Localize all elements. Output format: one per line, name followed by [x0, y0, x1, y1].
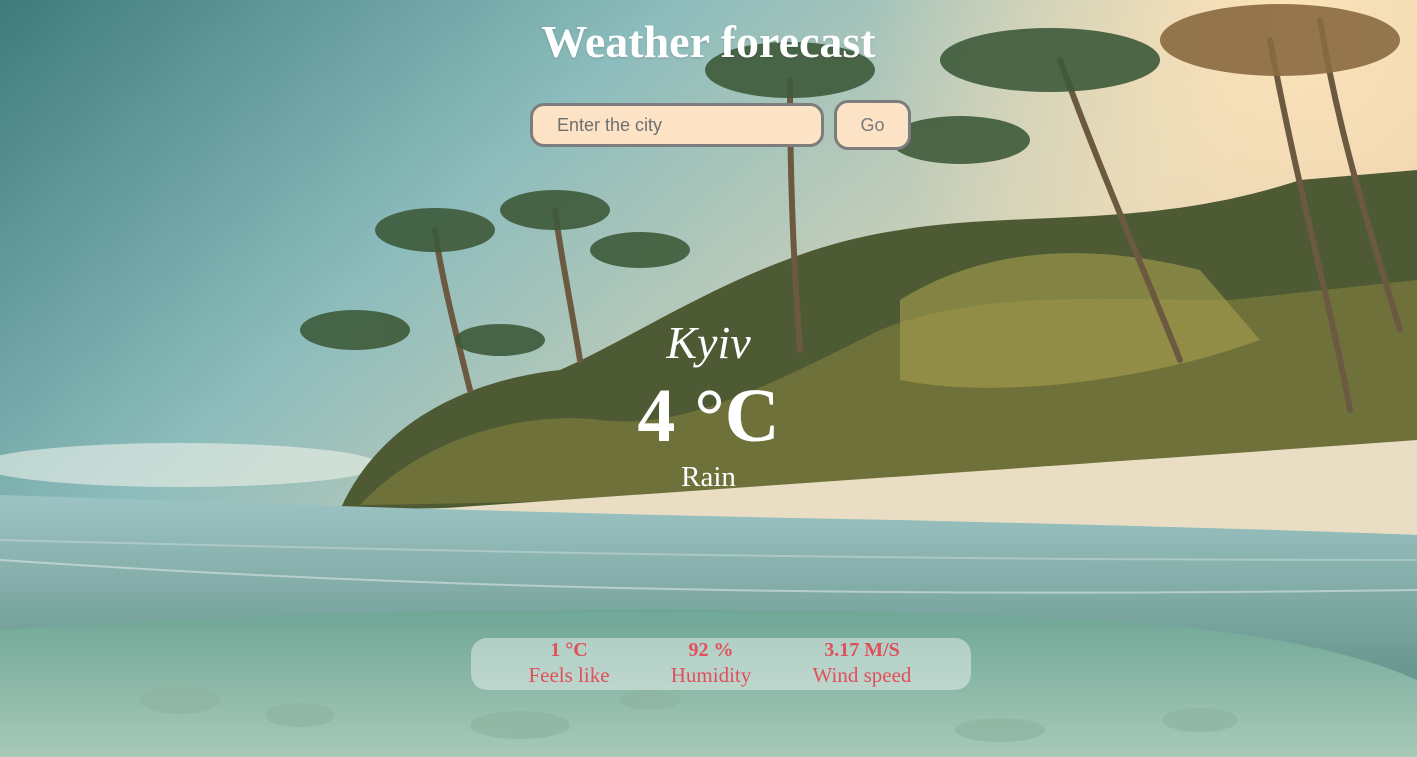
go-button[interactable]: Go: [834, 100, 911, 150]
wind-speed-stat: 3.17 M/S Wind speed: [801, 638, 923, 688]
city-name: Kyiv: [666, 317, 751, 368]
page-title: Weather forecast: [541, 16, 876, 67]
weather-condition: Rain: [681, 461, 736, 493]
wind-speed-value: 3.17 M/S: [824, 639, 900, 661]
feels-like-label: Feels like: [528, 663, 610, 687]
humidity-label: Humidity: [670, 663, 752, 687]
weather-details-panel: 1 °C Feels like 92 % Humidity 3.17 M/S W…: [471, 638, 971, 690]
humidity-value: 92 %: [688, 639, 734, 661]
city-input[interactable]: [530, 103, 824, 147]
feels-like-value: 1 °C: [550, 639, 588, 661]
current-temperature: 4 °C: [637, 374, 780, 458]
wind-speed-label: Wind speed: [812, 663, 912, 687]
humidity-stat: 92 % Humidity: [661, 638, 761, 688]
search-form: Go: [530, 100, 911, 150]
feels-like-stat: 1 °C Feels like: [519, 638, 619, 688]
